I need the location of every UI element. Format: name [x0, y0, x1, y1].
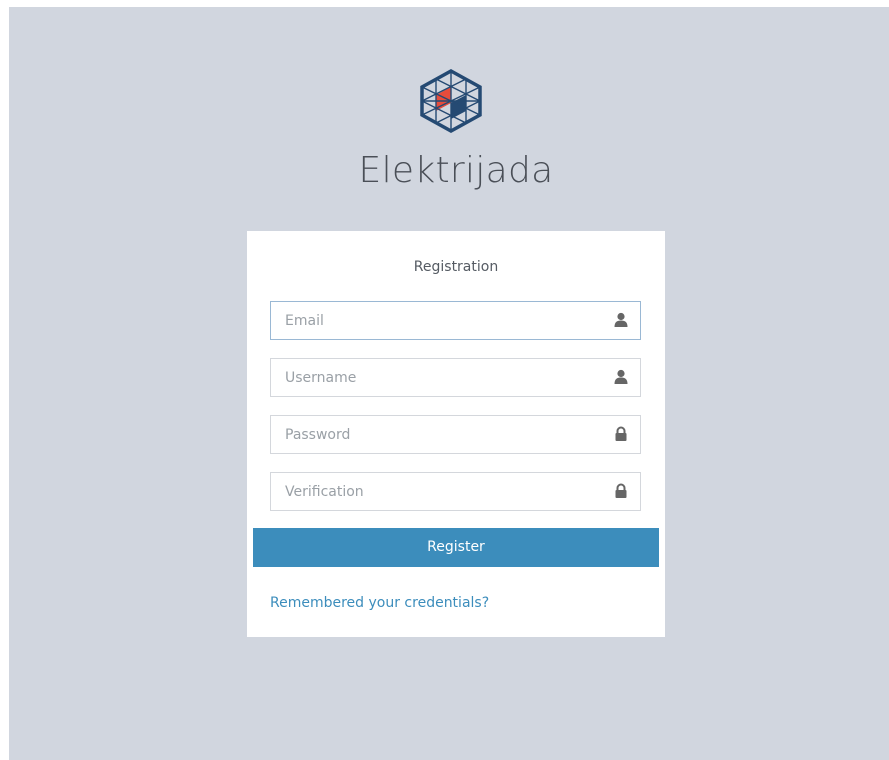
registration-card: Registration Register Remembered your cr… — [247, 231, 665, 637]
card-title: Registration — [413, 259, 499, 275]
lock-icon — [615, 426, 627, 441]
username-input[interactable] — [271, 359, 601, 396]
user-icon — [614, 312, 628, 327]
lock-icon — [615, 483, 627, 498]
elektrijada-logo-icon — [420, 69, 482, 133]
user-icon — [614, 369, 628, 384]
username-field[interactable] — [270, 358, 641, 397]
email-field[interactable] — [270, 301, 641, 340]
register-button[interactable]: Register — [253, 528, 659, 567]
brand-name: Elektrijada — [358, 150, 554, 191]
password-input[interactable] — [271, 416, 601, 453]
verification-field[interactable] — [270, 472, 641, 511]
email-input[interactable] — [271, 302, 601, 339]
password-field[interactable] — [270, 415, 641, 454]
remembered-credentials-link[interactable]: Remembered your credentials? — [270, 595, 489, 611]
verification-input[interactable] — [271, 473, 601, 510]
